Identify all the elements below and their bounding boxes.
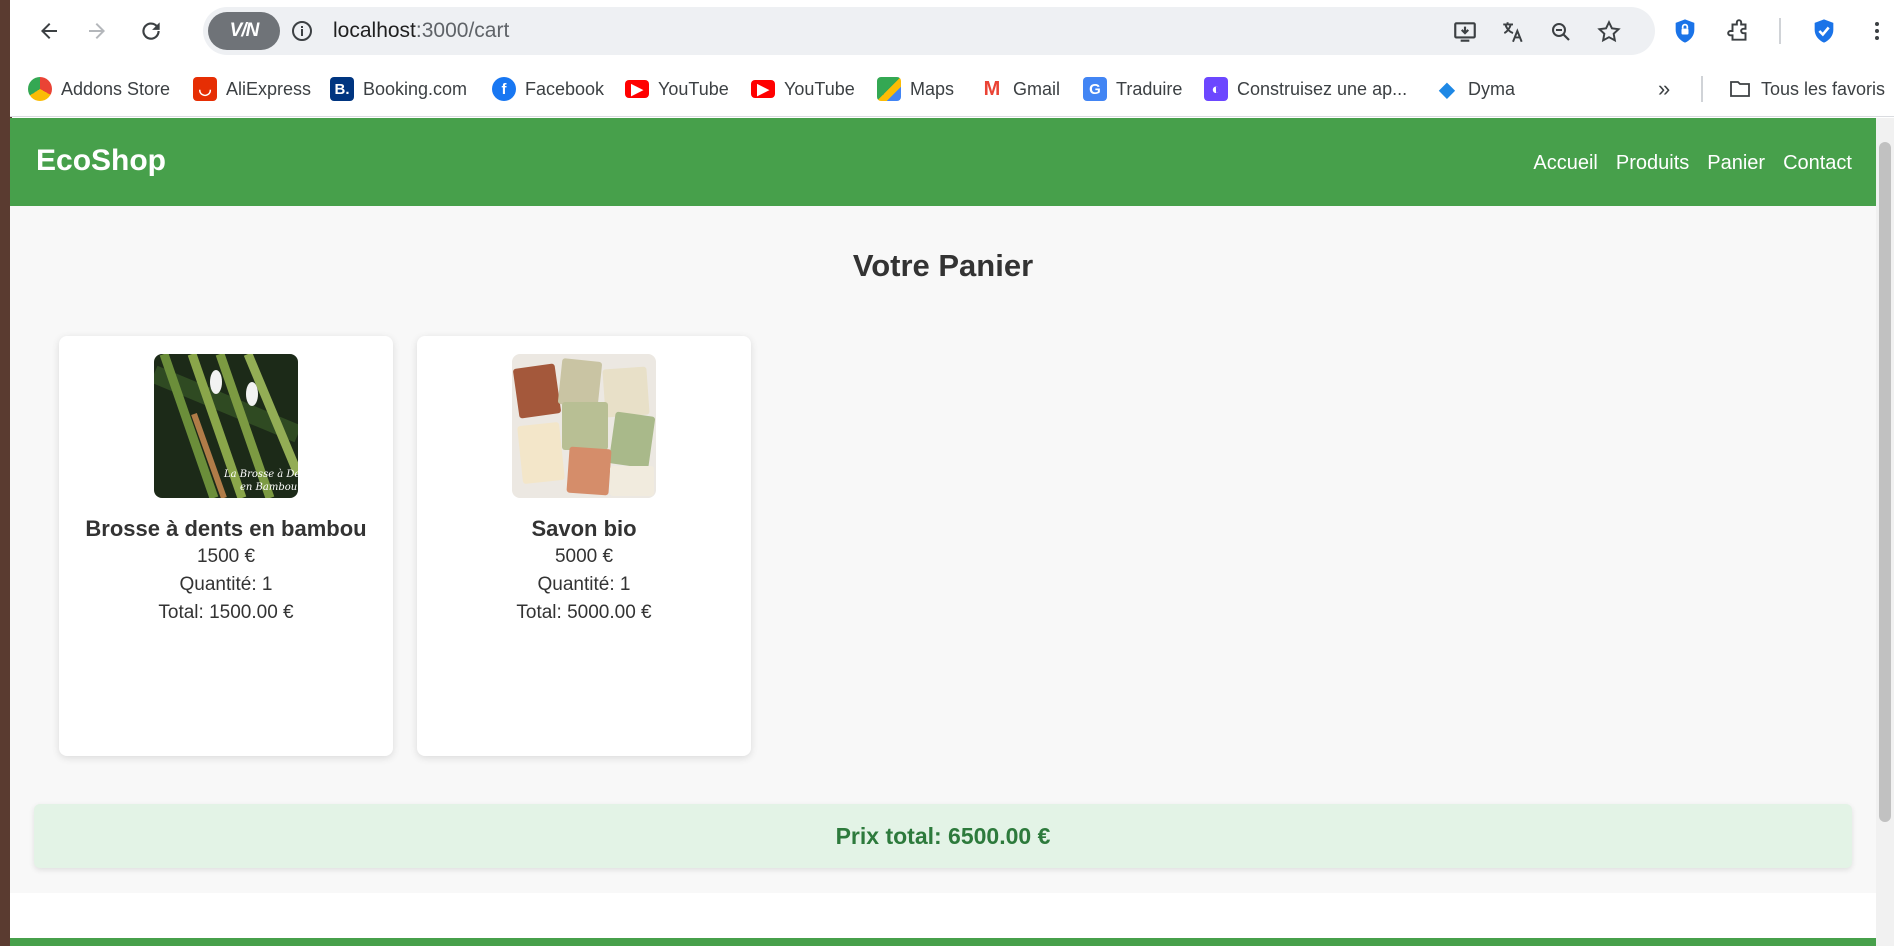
page-scrollbar[interactable] [1876, 118, 1894, 946]
folder-icon [1728, 77, 1752, 101]
bookmark-maps[interactable]: Maps [877, 74, 954, 104]
cart-grand-total: Prix total: 6500.00 € [835, 823, 1051, 849]
cart-item-card: Savon bio 5000 € Quantité: 1 Total: 5000… [417, 336, 751, 756]
cart-item-card: La Brosse à Dents en Bambou Brosse à den… [59, 336, 393, 756]
site-footer [10, 938, 1876, 946]
bookmark-addons-store[interactable]: Addons Store [28, 74, 170, 104]
url-path: :3000/cart [415, 19, 510, 42]
bookmark-label: Addons Store [61, 78, 171, 99]
facebook-icon: f [492, 77, 516, 101]
url-host: localhost [333, 19, 416, 42]
cart-total-box: Prix total: 6500.00 € [34, 804, 1852, 868]
translate-icon[interactable] [1498, 17, 1528, 47]
arrow-left-icon [41, 23, 57, 39]
bookmark-label: Dyma [1468, 78, 1516, 99]
vpn-badge[interactable]: V/N [208, 12, 280, 50]
chevron-double-right-icon: » [1658, 76, 1671, 101]
bookmark-gmail[interactable]: M Gmail [980, 74, 1060, 104]
kebab-menu-icon[interactable] [1858, 12, 1894, 50]
forward-button[interactable] [78, 12, 116, 50]
bookmark-label: Traduire [1116, 78, 1183, 99]
product-image-soap [512, 354, 656, 498]
app-builder-icon: ◐ [1204, 77, 1228, 101]
product-quantity: Quantité: 1 [537, 574, 631, 595]
bookmark-label: YouTube [658, 78, 729, 99]
address-bar[interactable]: V/N localhost:3000/cart [203, 7, 1655, 55]
bookmark-construisez[interactable]: ◐ Construisez une ap... [1204, 74, 1407, 104]
extensions-puzzle-icon[interactable] [1720, 12, 1758, 50]
product-price: 5000 € [554, 546, 614, 567]
gmail-icon: M [980, 77, 1004, 101]
zoom-icon[interactable] [1546, 17, 1576, 47]
svg-text:en Bambou: en Bambou [240, 482, 297, 493]
bookmarks-divider [1701, 76, 1703, 102]
bookmark-label: YouTube [784, 78, 855, 99]
more-bookmarks-button[interactable]: » [1658, 74, 1670, 104]
bookmark-traduire[interactable]: G Traduire [1083, 74, 1182, 104]
product-line-total: Total: 5000.00 € [516, 602, 652, 623]
web-page: EcoShop Accueil Produits Panier Contact … [10, 118, 1876, 893]
youtube-icon: ▶ [751, 80, 775, 98]
back-button[interactable] [30, 12, 68, 50]
booking-icon: B. [330, 77, 354, 101]
bookmark-facebook[interactable]: f Facebook [492, 74, 604, 104]
bookmark-label: Gmail [1013, 78, 1061, 99]
bookmark-dyma[interactable]: ◆ Dyma [1435, 74, 1515, 104]
bookmarks-bar: Addons Store ◡ AliExpress B. Booking.com f… [10, 62, 1894, 117]
nav-link-produits[interactable]: Produits [1616, 152, 1689, 175]
site-header: EcoShop Accueil Produits Panier Contact [10, 118, 1876, 206]
maps-pin-icon [877, 77, 901, 101]
bookmark-label: AliExpress [226, 78, 312, 99]
product-price: 1500 € [196, 546, 256, 567]
bookmark-star-icon[interactable] [1594, 17, 1624, 47]
product-line-total: Total: 1500.00 € [158, 602, 294, 623]
product-name: Brosse à dents en bambou [85, 516, 367, 541]
bookmark-booking[interactable]: B. Booking.com [330, 74, 467, 104]
bookmark-label: Tous les favoris [1761, 78, 1886, 99]
password-manager-icon[interactable] [1666, 12, 1704, 50]
bookmark-label: Facebook [525, 78, 605, 99]
product-quantity: Quantité: 1 [179, 574, 273, 595]
site-logo[interactable]: EcoShop [36, 144, 166, 178]
dyma-icon: ◆ [1439, 78, 1455, 101]
google-translate-icon: G [1083, 77, 1107, 101]
shield-check-icon[interactable] [1805, 12, 1843, 50]
chrome-store-icon [28, 77, 52, 101]
page-title: Votre Panier [852, 248, 1034, 283]
bookmark-label: Construisez une ap... [1237, 78, 1408, 99]
bookmark-youtube-2[interactable]: ▶ YouTube [751, 74, 855, 104]
page-bottom-area [10, 893, 1876, 938]
site-nav: Accueil Produits Panier Contact [1533, 152, 1852, 175]
browser-toolbar: V/N localhost:3000/cart [10, 0, 1894, 62]
nav-link-contact[interactable]: Contact [1783, 152, 1852, 175]
reload-button[interactable] [132, 12, 170, 50]
nav-link-accueil[interactable]: Accueil [1533, 152, 1597, 175]
bookmark-label: Booking.com [363, 78, 468, 99]
scrollbar-thumb[interactable] [1879, 142, 1891, 822]
youtube-icon: ▶ [625, 80, 649, 98]
reload-icon [142, 22, 160, 40]
toothbrush-image-caption: La Brosse à Dents [223, 469, 298, 480]
product-name: Savon bio [531, 516, 637, 541]
aliexpress-icon: ◡ [193, 77, 217, 101]
product-image-toothbrush: La Brosse à Dents en Bambou [154, 354, 298, 498]
url-text[interactable]: localhost:3000/cart [333, 19, 509, 43]
all-bookmarks-folder[interactable]: Tous les favoris [1728, 74, 1885, 104]
bookmark-youtube[interactable]: ▶ YouTube [625, 74, 729, 104]
bookmark-label: Maps [910, 78, 955, 99]
install-app-icon[interactable] [1450, 17, 1480, 47]
nav-link-panier[interactable]: Panier [1707, 152, 1765, 175]
arrow-right-icon [89, 23, 105, 39]
bookmark-aliexpress[interactable]: ◡ AliExpress [193, 74, 311, 104]
site-info-icon[interactable] [288, 17, 316, 45]
toolbar-divider [1779, 18, 1781, 44]
